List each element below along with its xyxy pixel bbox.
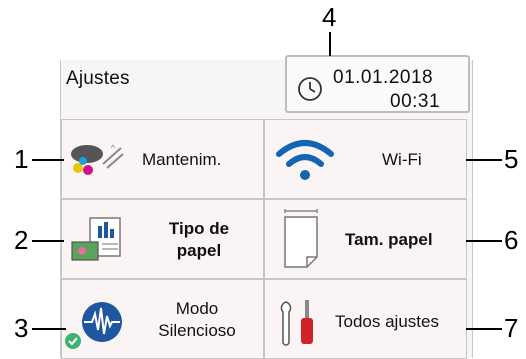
date-time-button[interactable]: 01.01.2018 00:31 — [285, 55, 470, 113]
quiet-mode-icon — [82, 302, 122, 342]
callout-7: 7 — [504, 313, 519, 343]
check-icon — [65, 333, 81, 349]
callout-6: 6 — [504, 225, 519, 255]
page-title: Ajustes — [66, 68, 130, 89]
all-settings-button[interactable]: Todos ajustes — [264, 279, 467, 359]
callout-5: 5 — [504, 144, 519, 174]
callout-1: 1 — [14, 144, 29, 174]
time-display: 00:31 — [390, 91, 441, 112]
callout-5-leader — [466, 159, 502, 161]
wifi-button[interactable]: Wi-Fi — [264, 119, 467, 199]
wifi-label: Wi-Fi — [382, 150, 422, 169]
paper-type-icon — [71, 217, 121, 261]
quiet-mode-label: Modo Silencioso — [158, 299, 236, 340]
wifi-icon — [276, 140, 334, 180]
callout-4: 4 — [322, 2, 337, 32]
callout-7-leader — [466, 328, 502, 330]
tools-icon — [280, 300, 313, 346]
maintenance-icon — [71, 144, 124, 175]
maintenance-button[interactable]: Mantenim. — [61, 119, 264, 199]
callout-4-leader — [329, 32, 331, 56]
maintenance-label: Mantenim. — [142, 150, 222, 169]
paper-size-icon — [284, 209, 318, 268]
paper-type-label: Tipo de papel — [168, 219, 230, 260]
callout-2-leader — [32, 240, 64, 242]
date-display: 01.01.2018 — [333, 67, 434, 88]
callout-2: 2 — [14, 225, 29, 255]
callout-1-leader — [32, 159, 64, 161]
callout-3-leader — [32, 328, 66, 330]
paper-type-button[interactable]: Tipo de papel — [61, 199, 264, 279]
callout-3: 3 — [14, 313, 29, 343]
quiet-mode-button[interactable]: Modo Silencioso — [61, 279, 264, 359]
clock-icon — [297, 76, 323, 107]
paper-size-label: Tam. papel — [345, 230, 433, 249]
paper-size-button[interactable]: Tam. papel — [264, 199, 467, 279]
callout-6-leader — [466, 240, 502, 242]
all-settings-label: Todos ajustes — [335, 312, 439, 331]
